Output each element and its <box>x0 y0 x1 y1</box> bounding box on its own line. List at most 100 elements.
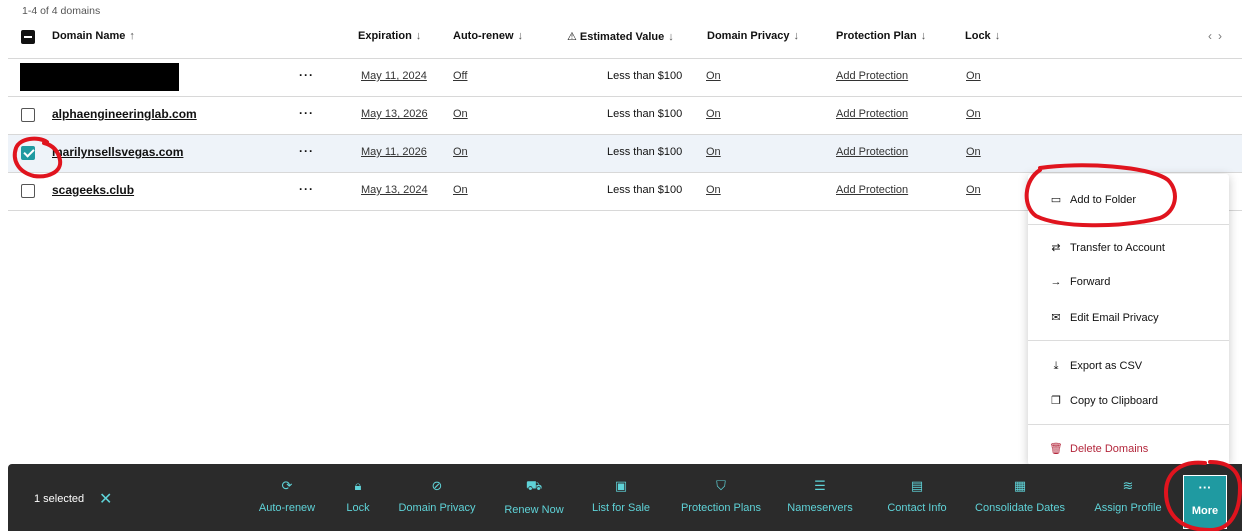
row-actions-button[interactable]: ··· <box>299 144 314 158</box>
privacy-status[interactable]: On <box>706 146 721 158</box>
lock-icon: 🔒︎ <box>354 478 362 493</box>
expiration-date[interactable]: May 13, 2026 <box>361 108 428 120</box>
redacted-domain <box>20 63 179 91</box>
copy-icon: ❐ <box>1051 395 1061 407</box>
privacy-status[interactable]: On <box>706 184 721 196</box>
col-lock[interactable]: Lock ↓ <box>965 30 1000 42</box>
arrow-right-icon: → <box>1050 276 1062 288</box>
menu-item-add-to-folder[interactable]: ▭ Add to Folder <box>1048 193 1136 206</box>
row-actions-button[interactable]: ··· <box>299 106 314 120</box>
contact-card-icon: ▤ <box>910 478 924 493</box>
domain-count: 1-4 of 4 domains <box>22 5 101 17</box>
refresh-icon: ⟳ <box>281 478 293 493</box>
chevron-left-icon[interactable]: ‹ <box>1208 29 1218 43</box>
expiration-date[interactable]: May 11, 2026 <box>361 146 427 158</box>
column-pager[interactable]: ‹› <box>1208 29 1228 43</box>
table-row[interactable]: ··· May 11, 2024 Off Less than $100 On A… <box>8 59 1242 97</box>
menu-item-edit-email-privacy[interactable]: ✉ Edit Email Privacy <box>1048 311 1158 324</box>
col-protection-plan[interactable]: Protection Plan ↓ <box>836 30 926 42</box>
auto-renew-status[interactable]: On <box>453 108 468 120</box>
trash-icon: 🗑 <box>1049 443 1063 455</box>
calendar-icon: ▦ <box>1013 478 1027 493</box>
action-nameservers[interactable]: ☰ Nameservers <box>787 478 852 514</box>
menu-divider <box>1028 224 1229 225</box>
table-row[interactable]: marilynsellsvegas.com ··· May 11, 2026 O… <box>8 135 1242 173</box>
lock-status[interactable]: On <box>966 70 981 82</box>
table-row[interactable]: alphaengineeringlab.com ··· May 13, 2026… <box>8 97 1242 135</box>
action-auto-renew[interactable]: ⟳ Auto-renew <box>259 478 315 514</box>
col-estimated-value[interactable]: ⚠ Estimated Value ↓ <box>567 30 674 43</box>
auto-renew-status[interactable]: On <box>453 184 468 196</box>
sort-down-icon: ↓ <box>415 30 422 42</box>
expiration-date[interactable]: May 13, 2024 <box>361 184 428 196</box>
warning-icon: ⚠ <box>567 31 577 43</box>
menu-divider <box>1028 340 1229 341</box>
eye-off-icon: ⊘ <box>431 478 443 493</box>
sort-down-icon: ↓ <box>793 30 800 42</box>
action-lock[interactable]: 🔒︎ Lock <box>346 478 369 514</box>
expiration-date[interactable]: May 11, 2024 <box>361 70 427 82</box>
sort-up-icon: ↑ <box>129 30 135 42</box>
cart-icon: ⛟ <box>525 478 543 493</box>
sort-down-icon: ↓ <box>920 30 927 42</box>
estimated-value: Less than $100 <box>607 146 683 158</box>
layers-icon: ≋ <box>1122 478 1134 493</box>
auto-renew-status[interactable]: Off <box>453 70 467 82</box>
menu-divider <box>1028 424 1229 425</box>
select-all-checkbox[interactable] <box>21 30 35 44</box>
action-consolidate-dates[interactable]: ▦ Consolidate Dates <box>975 478 1065 514</box>
folder-icon: ▭ <box>1050 194 1062 206</box>
add-protection-link[interactable]: Add Protection <box>836 108 908 120</box>
col-auto-renew[interactable]: Auto-renew ↓ <box>453 30 523 42</box>
privacy-status[interactable]: On <box>706 108 721 120</box>
close-icon[interactable]: ✕ <box>99 489 112 509</box>
download-icon: ⤓ <box>1053 360 1059 372</box>
lock-status[interactable]: On <box>966 108 981 120</box>
auto-renew-status[interactable]: On <box>453 146 468 158</box>
sort-down-icon: ↓ <box>994 30 1001 42</box>
col-domain-privacy[interactable]: Domain Privacy ↓ <box>707 30 799 42</box>
row-checkbox[interactable] <box>21 146 35 160</box>
domain-link[interactable]: alphaengineeringlab.com <box>52 107 197 121</box>
action-protection-plans[interactable]: ⛉ Protection Plans <box>681 478 761 514</box>
menu-item-export-csv[interactable]: ⤓ Export as CSV <box>1048 360 1143 373</box>
add-protection-link[interactable]: Add Protection <box>836 184 908 196</box>
transfer-icon: ⇄ <box>1051 242 1061 254</box>
menu-item-transfer[interactable]: ⇄ Transfer to Account <box>1048 241 1165 254</box>
row-actions-button[interactable]: ··· <box>299 182 314 196</box>
action-list-for-sale[interactable]: ▣ List for Sale <box>592 478 650 514</box>
envelope-icon: ✉ <box>1051 312 1061 324</box>
more-dots-icon: ··· <box>1198 480 1212 495</box>
menu-item-delete-domains[interactable]: 🗑 Delete Domains <box>1048 442 1148 455</box>
action-renew-now[interactable]: ⛟ Renew Now <box>504 478 563 516</box>
estimated-value: Less than $100 <box>607 70 683 82</box>
row-actions-button[interactable]: ··· <box>299 68 314 82</box>
domain-link[interactable]: marilynsellsvegas.com <box>52 145 183 159</box>
row-checkbox[interactable] <box>21 108 35 122</box>
domain-link[interactable]: scageeks.club <box>52 183 134 197</box>
sort-down-icon: ↓ <box>668 31 674 43</box>
chevron-right-icon[interactable]: › <box>1218 29 1228 43</box>
more-actions-menu: ▭ Add to Folder ⇄ Transfer to Account → For… <box>1028 174 1229 465</box>
add-protection-link[interactable]: Add Protection <box>836 70 908 82</box>
menu-item-forward[interactable]: → Forward <box>1048 276 1111 288</box>
estimated-value: Less than $100 <box>607 108 683 120</box>
lock-status[interactable]: On <box>966 146 981 158</box>
bulk-action-bar: 1 selected ✕ ⟳ Auto-renew 🔒︎ Lock ⊘ Domain … <box>8 464 1242 531</box>
row-checkbox[interactable] <box>21 184 35 198</box>
action-contact-info[interactable]: ▤ Contact Info <box>887 478 946 514</box>
add-protection-link[interactable]: Add Protection <box>836 146 908 158</box>
action-domain-privacy[interactable]: ⊘ Domain Privacy <box>398 478 475 514</box>
server-icon: ☰ <box>814 478 826 493</box>
table-header: Domain Name ↑ Expiration ↓ Auto-renew ↓ ⚠ Es… <box>8 20 1242 59</box>
more-button[interactable]: ··· More <box>1183 475 1227 529</box>
col-domain-name[interactable]: Domain Name ↑ <box>52 30 135 42</box>
lock-status[interactable]: On <box>966 184 981 196</box>
money-icon: ▣ <box>614 478 628 493</box>
col-expiration[interactable]: Expiration ↓ <box>358 30 421 42</box>
action-assign-profile[interactable]: ≋ Assign Profile <box>1094 478 1161 514</box>
shield-icon: ⛉ <box>716 478 726 493</box>
estimated-value: Less than $100 <box>607 184 683 196</box>
privacy-status[interactable]: On <box>706 70 721 82</box>
menu-item-copy-clipboard[interactable]: ❐ Copy to Clipboard <box>1048 394 1158 407</box>
